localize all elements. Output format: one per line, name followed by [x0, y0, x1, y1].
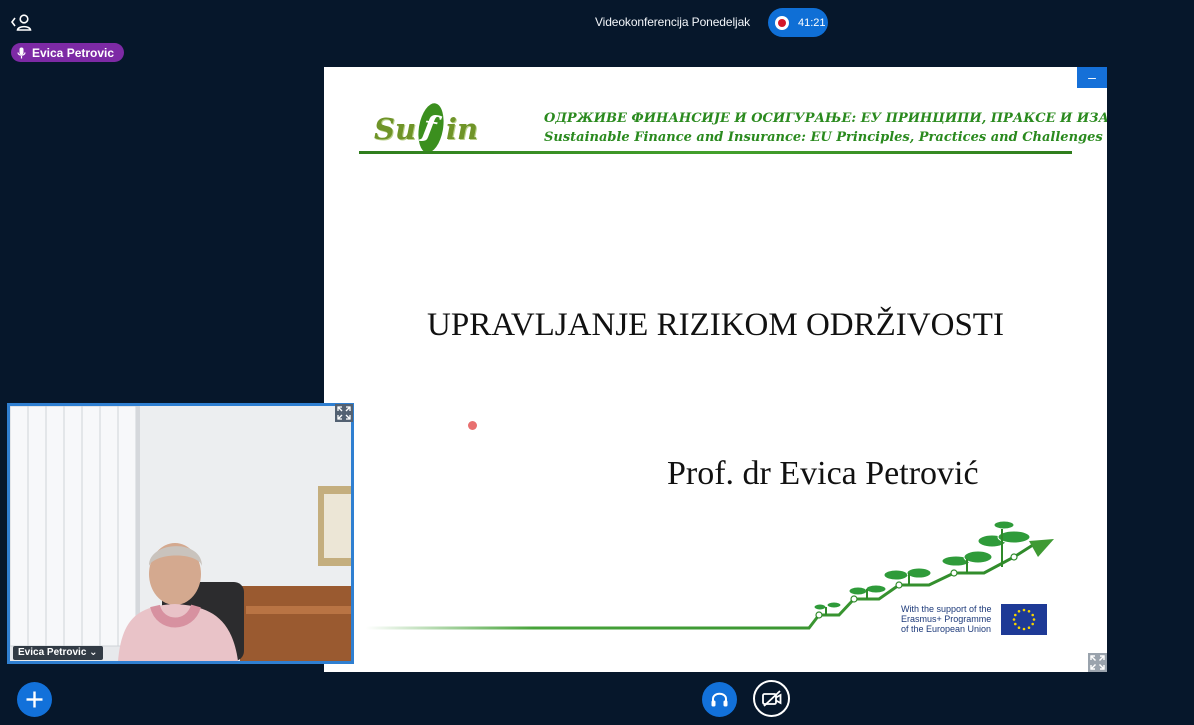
users-icon [11, 14, 32, 31]
talking-user-name: Evica Petrovic [32, 45, 115, 60]
headphones-icon [711, 692, 728, 707]
recording-button[interactable]: 41:21 [768, 8, 828, 37]
laser-pointer [468, 421, 477, 430]
eu-support-line1: With the support of the [901, 604, 992, 614]
talking-indicator[interactable]: Evica Petrovic [11, 43, 125, 62]
webcam-user-name: Evica Petrovic [18, 647, 87, 658]
users-list-toggle[interactable] [10, 12, 32, 32]
minimize-presentation-button[interactable]: – [1077, 67, 1107, 88]
eu-flag-icon [1001, 604, 1047, 635]
webcam-user-name-dropdown[interactable]: Evica Petrovic ⌄ [13, 646, 103, 660]
fullscreen-icon [337, 406, 351, 420]
audio-button[interactable] [702, 682, 737, 717]
fullscreen-icon [1090, 655, 1105, 670]
eu-support-line2: Erasmus+ Programme [901, 614, 992, 624]
eu-support-line3: of the European Union [901, 624, 992, 634]
meeting-title: Videokonferencija Ponedeljak [594, 15, 751, 29]
record-icon [775, 15, 789, 30]
webcam-feed-image [10, 406, 351, 661]
slide-header-english: Sustainable Finance and Insurance: EU Pr… [544, 130, 1103, 145]
sufin-logo-part-f: f [420, 108, 439, 146]
slide-title: UPRAVLJANJE RIZIKOM ODRŽIVOSTI [427, 307, 1004, 343]
sufin-logo-part-right: in [446, 112, 479, 146]
video-toggle-button[interactable] [753, 680, 790, 717]
header-divider [359, 151, 1072, 154]
plus-icon [26, 691, 43, 708]
slide-header-cyrillic: ОДРЖИВЕ ФИНАНСИЈЕ И ОСИГУРАЊЕ: ЕУ ПРИНЦИ… [544, 111, 1107, 126]
eu-support-text: With the support of the Erasmus+ Program… [901, 604, 992, 634]
chevron-down-icon: ⌄ [89, 647, 98, 658]
webcam-video[interactable] [7, 403, 354, 664]
slide-author: Prof. dr Evica Petrović [667, 455, 979, 492]
sufin-logo-part-left: Su [374, 112, 417, 146]
presentation-slide: Su f in ОДРЖИВЕ ФИНАНСИЈЕ И ОСИГУРАЊЕ: Е… [324, 67, 1107, 672]
actions-plus-button[interactable] [17, 682, 52, 717]
sufin-logo-leaf: f [414, 101, 448, 155]
recording-time: 41:21 [798, 16, 826, 29]
microphone-icon [17, 47, 26, 58]
fullscreen-presentation-button[interactable] [1088, 653, 1107, 672]
webcam-fullscreen-button[interactable] [335, 404, 353, 422]
camera-off-icon [762, 690, 782, 707]
